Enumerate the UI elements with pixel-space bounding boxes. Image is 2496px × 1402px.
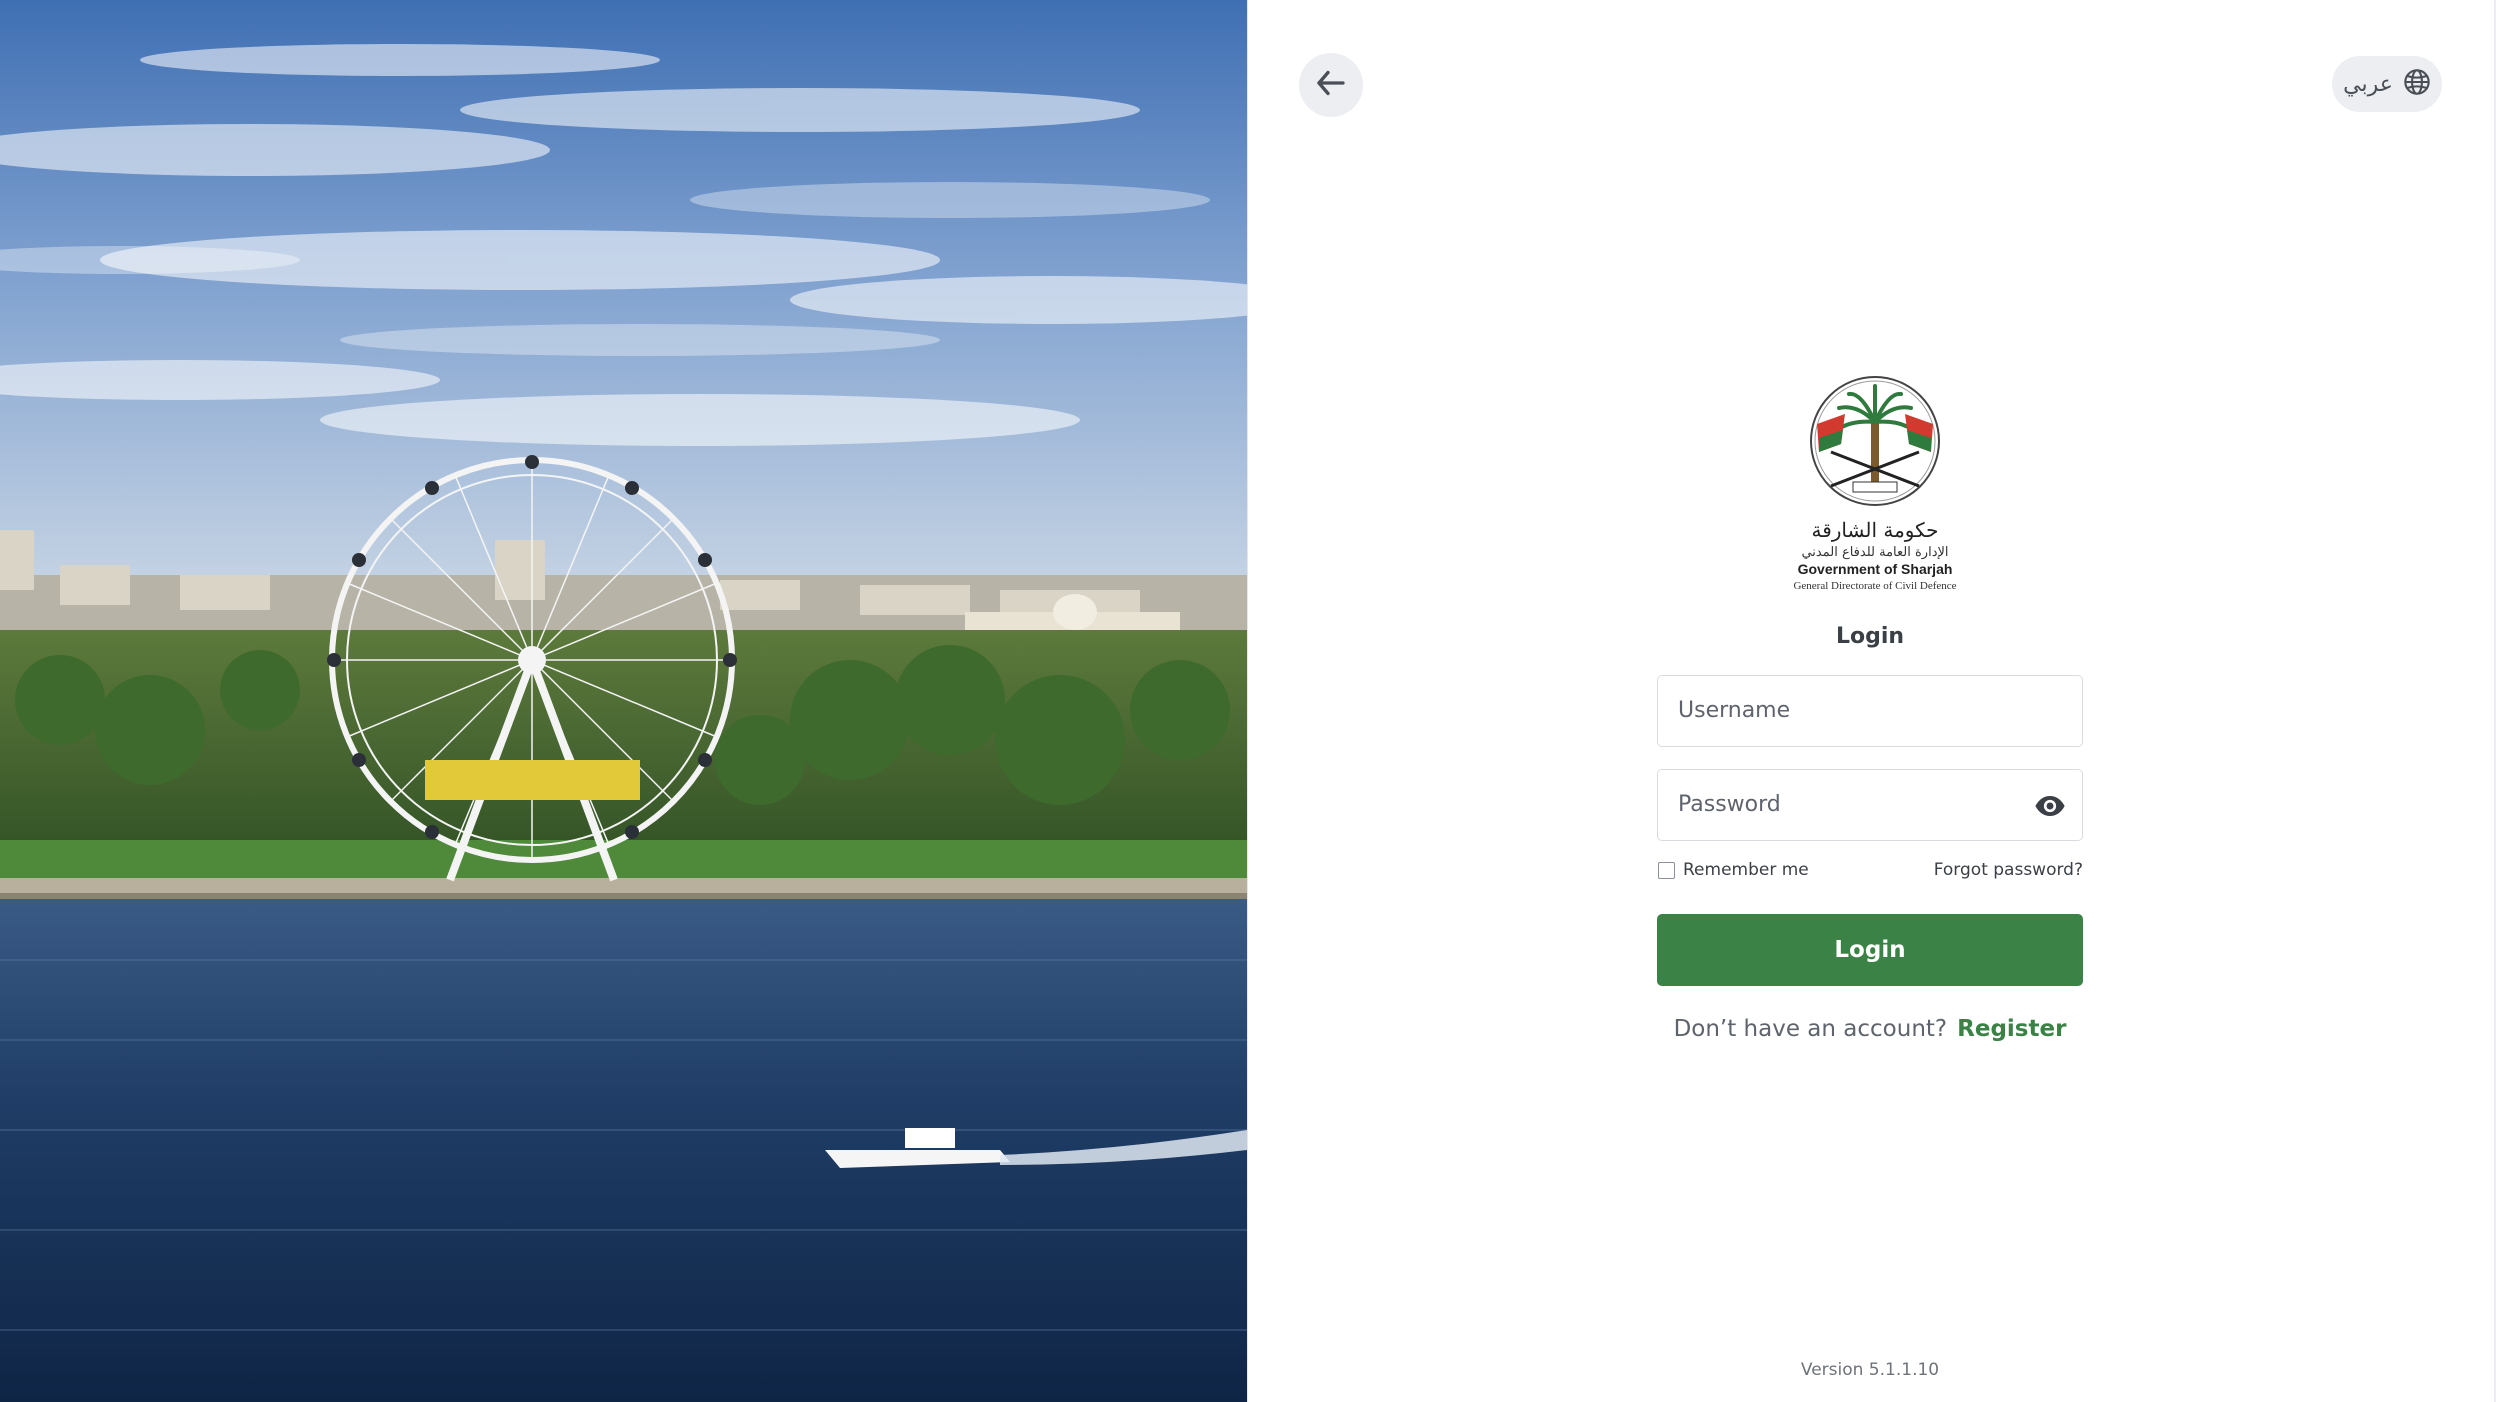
forgot-password-link[interactable]: Forgot password? <box>1934 860 2083 880</box>
language-label: عربي <box>2343 71 2393 97</box>
language-toggle-button[interactable]: عربي <box>2332 56 2442 112</box>
logo-name-en: Government of Sharjah <box>1798 561 1953 577</box>
remember-me-label: Remember me <box>1683 860 1809 880</box>
globe-icon <box>2403 68 2431 100</box>
eye-icon[interactable] <box>2034 790 2066 822</box>
logo-name-ar: حكومة الشارقة <box>1811 518 1938 542</box>
username-field[interactable] <box>1657 675 2083 747</box>
logo-subtitle-ar: الإدارة العامة للدفاع المدني <box>1801 545 1948 560</box>
back-button[interactable] <box>1299 53 1363 117</box>
version-label: Version 5.1.1.10 <box>1800 1360 1940 1380</box>
username-input[interactable] <box>1658 676 2038 744</box>
login-button[interactable]: Login <box>1657 914 2083 986</box>
password-field[interactable] <box>1657 769 2083 841</box>
hero-image <box>0 0 1248 1402</box>
password-input[interactable] <box>1658 770 2038 838</box>
arrow-left-icon <box>1313 65 1349 105</box>
register-link[interactable]: Register <box>1957 1016 2066 1042</box>
login-title: Login <box>1835 624 1905 649</box>
register-row: Don’t have an account? Register <box>1657 1016 2083 1042</box>
government-of-sharjah-logo: حكومة الشارقة الإدارة العامة للدفاع المد… <box>1787 374 1967 599</box>
checkbox-box[interactable] <box>1658 861 1675 879</box>
remember-me-checkbox[interactable]: Remember me <box>1658 860 1809 880</box>
logo-subtitle-en: General Directorate of Civil Defence <box>1793 580 1956 592</box>
no-account-text: Don’t have an account? <box>1673 1016 1948 1042</box>
